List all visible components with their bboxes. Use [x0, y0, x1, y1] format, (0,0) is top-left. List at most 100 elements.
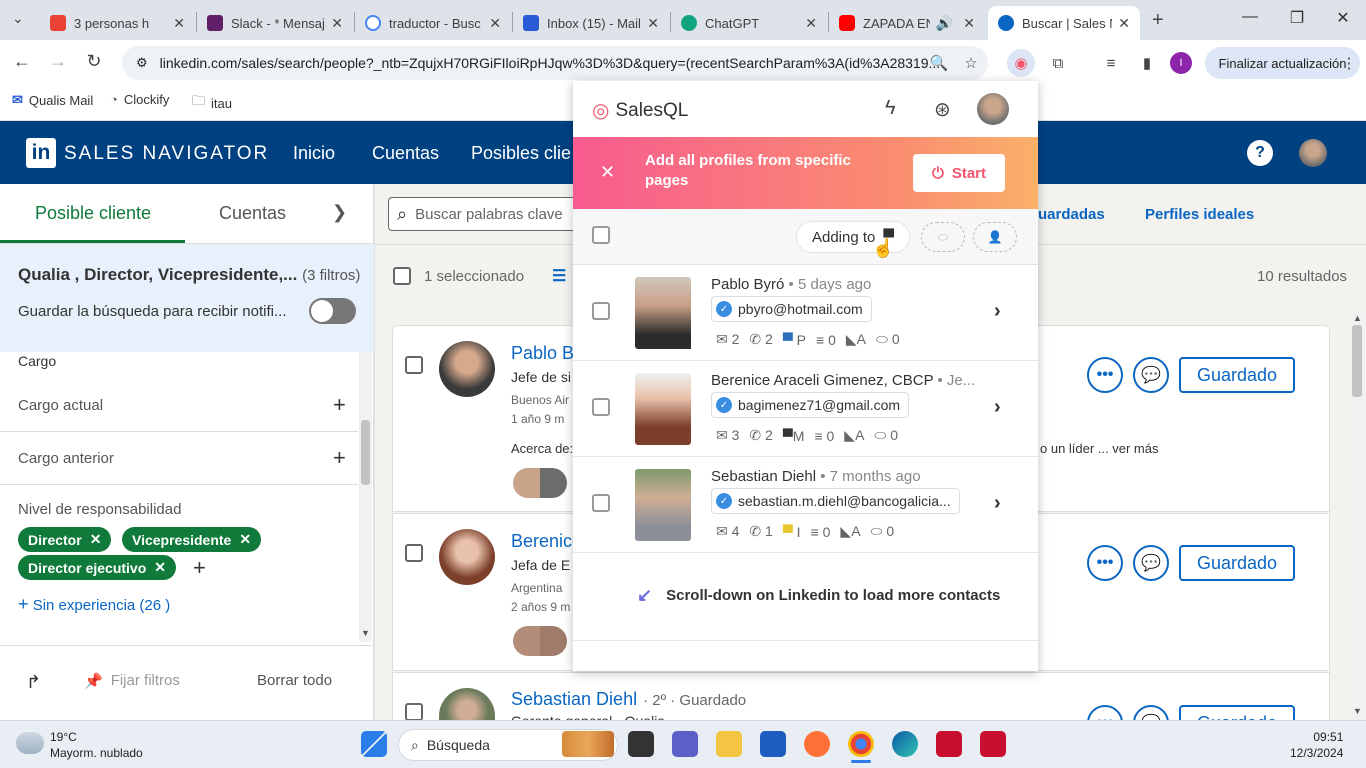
help-lifebuoy-icon[interactable]: ⊛ — [934, 97, 951, 122]
assign-pill[interactable]: 👤 — [973, 222, 1017, 252]
more-options-button[interactable]: ••• — [1087, 357, 1123, 393]
user-avatar[interactable] — [1299, 139, 1327, 167]
file-explorer-icon[interactable] — [716, 731, 742, 757]
tag-pill[interactable]: ⬭ — [921, 222, 965, 252]
close-icon[interactable]: ✕ — [331, 15, 343, 32]
app-rx-icon-2[interactable] — [980, 731, 1006, 757]
chevron-right-icon[interactable]: › — [994, 396, 1001, 419]
select-all-checkbox[interactable] — [393, 267, 411, 285]
lead-checkbox[interactable] — [405, 356, 423, 374]
contact-email[interactable]: ✓ pbyro@hotmail.com — [711, 296, 872, 322]
message-button[interactable]: 💬 — [1133, 357, 1169, 393]
back-icon[interactable]: ← — [10, 51, 34, 72]
message-button[interactable]: 💬 — [1133, 545, 1169, 581]
site-info-icon[interactable]: ⚙ — [136, 55, 148, 71]
browser-tab-youtube[interactable]: ZAPADA EN 🔊 ✕ — [829, 6, 985, 40]
forward-icon[interactable]: → — [46, 51, 70, 72]
saved-button-clipped[interactable]: Guardado — [1179, 705, 1295, 720]
tab-search-icon[interactable]: ⌄ — [12, 10, 24, 27]
select-all-contacts-checkbox[interactable] — [592, 226, 610, 244]
close-icon[interactable]: ✕ — [647, 15, 659, 32]
scroll-down-icon[interactable]: ▼ — [1353, 706, 1362, 716]
window-close-icon[interactable]: ✕ — [1328, 8, 1358, 28]
lead-avatar[interactable] — [439, 341, 495, 397]
filters-scrollbar[interactable] — [359, 352, 372, 642]
message-button-clipped[interactable]: 💬 — [1133, 705, 1169, 720]
close-icon[interactable]: ✕ — [1118, 15, 1130, 32]
browser-tab-gmail[interactable]: 3 personas h ✕ — [40, 6, 195, 40]
lead-about-more[interactable]: o un líder ... ver más — [1040, 441, 1159, 456]
lead-checkbox[interactable] — [405, 703, 423, 721]
browser-tab-slack[interactable]: Slack - * Mensaj ✕ — [197, 6, 353, 40]
nav-inicio[interactable]: Inicio — [293, 143, 335, 164]
media-icon[interactable]: ≡ — [1098, 50, 1124, 76]
address-bar[interactable]: ⚙ linkedin.com/sales/search/people?_ntb=… — [122, 46, 988, 80]
add-icon[interactable]: + — [333, 392, 346, 418]
salesql-user-avatar[interactable] — [977, 93, 1009, 125]
browser-tab-mail[interactable]: Inbox (15) - Mail ✕ — [513, 6, 669, 40]
scroll-thumb[interactable] — [361, 420, 370, 485]
save-search-toggle[interactable] — [309, 298, 356, 324]
tab-cuentas[interactable]: Cuentas — [219, 203, 286, 224]
bookmark-qualis-mail[interactable]: ✉ Qualis Mail — [12, 92, 93, 108]
minimize-icon[interactable]: — — [1235, 8, 1265, 26]
maximize-icon[interactable]: ❐ — [1282, 8, 1312, 28]
windows-start-icon[interactable] — [361, 731, 387, 757]
shared-connections-avatars[interactable] — [513, 626, 567, 656]
busquedas-guardadas-link[interactable]: uardadas — [1038, 206, 1105, 223]
extensions-icon[interactable]: ⧉ — [1045, 50, 1071, 76]
sin-experiencia-link[interactable]: + Sin experiencia (26 ) — [18, 594, 170, 615]
search-highlight-image[interactable] — [562, 731, 614, 757]
weather-widget[interactable]: 19°C Mayorm. nublado — [50, 729, 143, 761]
firefox-icon[interactable] — [804, 731, 830, 757]
browser-tab-google[interactable]: traductor - Busc ✕ — [355, 6, 511, 40]
filter-cargo-actual[interactable]: Cargo actual — [18, 397, 103, 414]
remove-icon[interactable]: ✕ — [239, 531, 251, 548]
nav-posibles-clientes[interactable]: Posibles clie — [471, 143, 571, 164]
new-tab-icon[interactable]: + — [1152, 9, 1164, 32]
help-icon[interactable]: ? — [1247, 140, 1273, 166]
share-icon[interactable]: ↱ — [26, 672, 41, 693]
close-icon[interactable]: ✕ — [173, 15, 185, 32]
borrar-todo-button[interactable]: Borrar todo — [257, 672, 332, 689]
linkedin-logo[interactable]: in — [26, 138, 56, 168]
browser-tab-chatgpt[interactable]: ChatGPT ✕ — [671, 6, 827, 40]
contact-checkbox[interactable] — [592, 302, 610, 320]
chevron-right-icon[interactable]: ❯ — [332, 202, 347, 223]
close-banner-icon[interactable]: ✕ — [600, 162, 615, 183]
app-rx-icon[interactable] — [936, 731, 962, 757]
lead-name[interactable]: Sebastian Diehl — [511, 689, 637, 710]
remove-icon[interactable]: ✕ — [90, 531, 102, 548]
lead-checkbox[interactable] — [405, 544, 423, 562]
speaker-icon[interactable]: 🔊 — [936, 15, 953, 32]
close-icon[interactable]: ✕ — [489, 15, 501, 32]
contact-email[interactable]: ✓ bagimenez71@gmail.com — [711, 392, 910, 418]
contact-checkbox[interactable] — [592, 398, 610, 416]
filter-cargo-anterior[interactable]: Cargo anterior — [18, 450, 114, 467]
zoom-icon[interactable]: 🔍 — [926, 50, 952, 76]
contact-checkbox[interactable] — [592, 494, 610, 512]
profile-avatar[interactable]: I — [1170, 52, 1192, 74]
side-panel-icon[interactable]: ▮ — [1134, 50, 1160, 76]
list-icon[interactable]: ☰ — [552, 266, 566, 286]
lightning-icon[interactable]: ϟ — [885, 97, 896, 120]
remove-icon[interactable]: ✕ — [154, 559, 166, 576]
chip-vicepresidente[interactable]: Vicepresidente ✕ — [122, 527, 262, 552]
keyword-search-input[interactable]: ⌕ Buscar palabras clave — [388, 197, 588, 231]
reload-icon[interactable]: ↻ — [82, 51, 106, 72]
contact-email[interactable]: ✓ sebastian.m.diehl@bancogalicia... — [711, 488, 960, 514]
chrome-icon[interactable] — [848, 731, 874, 757]
start-button[interactable]: ⏻ Start — [913, 154, 1005, 192]
saved-button[interactable]: Guardado — [1179, 545, 1295, 581]
bookmark-itau[interactable]: 🗀 itau — [192, 92, 232, 114]
more-options-button[interactable]: ••• — [1087, 545, 1123, 581]
add-icon[interactable]: + — [193, 555, 206, 581]
scroll-down-icon[interactable]: ▼ — [361, 628, 370, 638]
scroll-up-icon[interactable]: ▲ — [1353, 313, 1362, 323]
nav-cuentas[interactable]: Cuentas — [372, 143, 439, 164]
menu-kebab-icon[interactable]: ⋮ — [1336, 50, 1362, 76]
close-icon[interactable]: ✕ — [963, 15, 975, 32]
chip-director-ejecutivo[interactable]: Director ejecutivo ✕ — [18, 555, 176, 580]
perfiles-ideales-link[interactable]: Perfiles ideales — [1145, 206, 1254, 223]
lead-name[interactable]: Berenice — [511, 531, 582, 552]
